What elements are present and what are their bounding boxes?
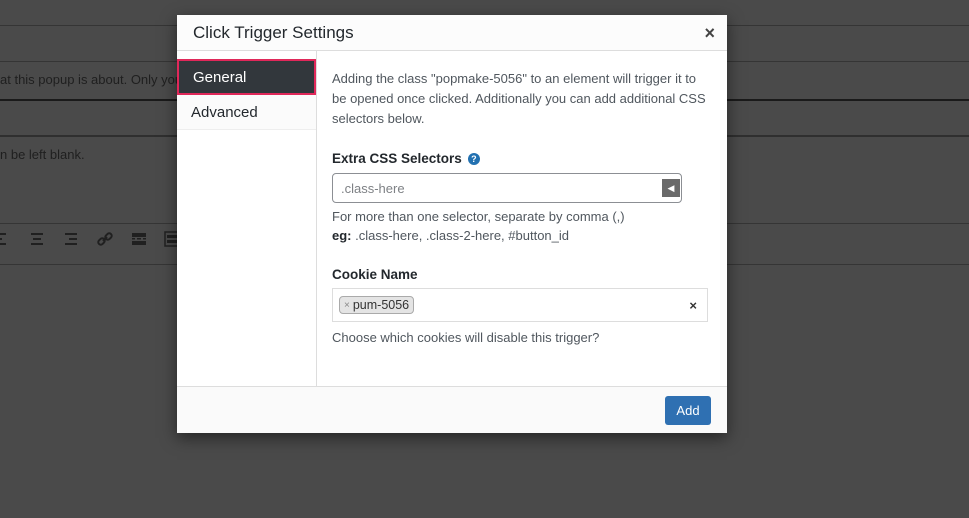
chip-label: pum-5056 [352,298,410,312]
modal-body: General Advanced Adding the class "popma… [177,51,727,386]
add-button[interactable]: Add [665,395,711,425]
caret-left-icon[interactable]: ◀ [662,179,680,197]
popup-description-text: at this popup is about. Only you [0,72,183,87]
read-more-icon[interactable] [130,230,148,248]
cookie-name-help-text: Choose which cookies will disable this t… [332,330,600,345]
tab-label: General [193,68,247,86]
desc-line: For more than one selector, separate by … [332,209,625,224]
cookie-name-select[interactable]: × pum-5056 × [332,288,708,322]
eg-label: eg: [332,228,352,243]
settings-tabs: General Advanced [177,51,317,386]
remove-chip-icon[interactable]: × [344,300,350,311]
intro-text: Adding the class "popmake-5056" to an el… [332,71,706,126]
modal-header: Click Trigger Settings × [177,15,727,51]
desc-example: eg: .class-here, .class-2-here, #button_… [332,226,711,245]
label-text: Extra CSS Selectors [332,151,462,166]
editor-toolbar [0,230,182,248]
label-text: Cookie Name [332,267,418,282]
extra-css-help-text: For more than one selector, separate by … [332,207,711,245]
align-left-icon[interactable] [0,230,12,248]
eg-value: .class-here, .class-2-here, #button_id [351,228,569,243]
help-icon[interactable]: ? [467,152,480,165]
align-right-icon[interactable] [62,230,80,248]
link-icon[interactable] [96,230,114,248]
cookie-name-label: Cookie Name [332,267,711,282]
clear-selection-icon[interactable]: × [689,298,697,313]
extra-css-selectors-input[interactable]: .class-here ◀ [332,173,682,203]
tab-general[interactable]: General [177,59,316,95]
tab-advanced[interactable]: Advanced [177,95,316,130]
selected-cookie-chip: × pum-5056 [339,296,415,314]
click-trigger-settings-modal: Click Trigger Settings × General Advance… [177,15,727,433]
modal-footer: Add [177,386,727,433]
close-icon[interactable]: × [704,24,715,42]
modal-title: Click Trigger Settings [193,22,354,42]
align-center-icon[interactable] [28,230,46,248]
input-placeholder: .class-here [341,180,405,196]
general-panel: Adding the class "popmake-5056" to an el… [317,51,727,386]
extra-css-selectors-label: Extra CSS Selectors ? [332,151,711,166]
tab-label: Advanced [191,103,258,121]
popup-hint-text: n be left blank. [0,147,85,162]
